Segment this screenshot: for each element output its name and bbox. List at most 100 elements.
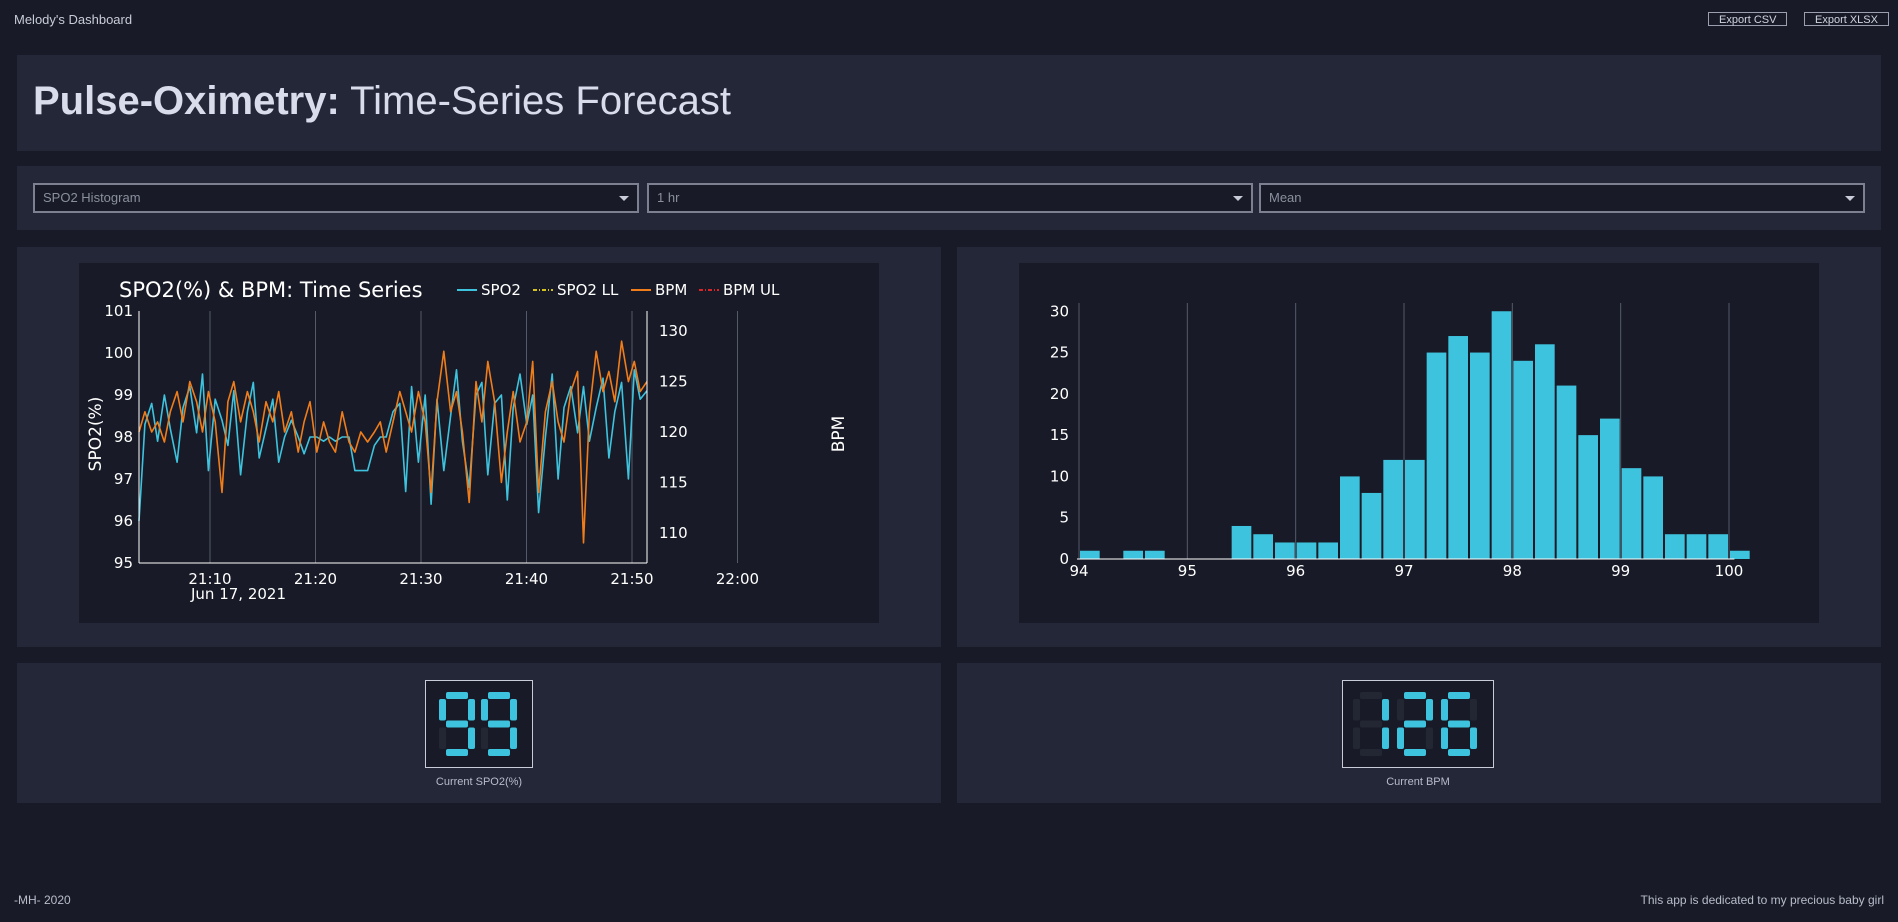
histogram-x-tick-label: 97	[1394, 562, 1413, 580]
header-panel: Pulse-Oximetry: Time-Series Forecast	[17, 55, 1881, 151]
histogram-bar	[1686, 534, 1707, 559]
histogram-x-tick-label: 95	[1178, 562, 1197, 580]
footer-credit: -MH- 2020	[14, 893, 71, 907]
histogram-bar	[1621, 468, 1642, 559]
histogram-bar	[1513, 360, 1533, 559]
histogram-x-tick-label: 100	[1715, 562, 1744, 580]
histogram-bar	[1643, 476, 1663, 559]
histogram-x-tick-label: 96	[1286, 562, 1305, 580]
timeseries-chart: 21:10 21:20 21:30 21:40 21:50 22:00 95 96 97 98 99…	[79, 263, 879, 623]
histogram-x-tick-label: 99	[1611, 562, 1630, 580]
led-segment	[468, 727, 475, 749]
histogram-bar	[1275, 542, 1295, 559]
timeseries-y-tick-label: 96	[114, 512, 133, 530]
histogram-x-tick-label: 98	[1503, 562, 1522, 580]
led-segment	[481, 727, 488, 749]
led-segment	[1382, 727, 1389, 749]
histogram-y-tick-label: 5	[1059, 509, 1069, 527]
legend-label: SPO2 LL	[557, 281, 619, 299]
timeseries-y-tick-label: 98	[114, 428, 133, 446]
histogram-bar	[1470, 352, 1490, 559]
histogram-bar	[1448, 336, 1468, 559]
histogram-bar	[1405, 459, 1425, 559]
led-segment	[439, 699, 446, 721]
histogram-bar	[1080, 550, 1100, 559]
histogram-panel: 94 95 96 97 98 99 100 0 5 10 15 20 25 30	[957, 247, 1881, 647]
led-segment	[1404, 749, 1426, 756]
bpm-gauge-panel: Current BPM	[957, 663, 1881, 803]
led-segment	[1360, 720, 1382, 728]
histogram-bar	[1578, 435, 1598, 559]
bpm-led-display	[1342, 680, 1494, 768]
led-segment	[1360, 692, 1382, 699]
led-segment	[510, 727, 517, 749]
led-segment	[481, 699, 488, 721]
histogram-bar	[1708, 534, 1728, 559]
timeseries-x-tick-label: 21:50	[610, 570, 653, 588]
timeseries-date-label: Jun 17, 2021	[190, 585, 286, 603]
led-segment	[446, 720, 468, 728]
histogram-bar	[1491, 311, 1512, 559]
histogram-bar	[1318, 542, 1338, 559]
spo2-led-digits	[439, 692, 517, 756]
top-bar: Melody's Dashboard Export CSV Export XLS…	[0, 0, 1898, 40]
time-window-select[interactable]: 1 hr	[647, 183, 1253, 213]
led-segment	[1353, 699, 1360, 721]
led-segment	[1382, 699, 1389, 721]
led-segment	[1470, 727, 1477, 749]
led-segment	[1397, 727, 1404, 749]
histogram-y-tick-label: 10	[1050, 467, 1069, 485]
page-title-rest: Time-Series Forecast	[339, 79, 731, 123]
aggregation-select[interactable]: Mean	[1259, 183, 1865, 213]
histogram-bar	[1556, 385, 1577, 559]
led-segment	[1404, 720, 1426, 728]
histogram-bar	[1253, 534, 1273, 559]
timeseries-y-axis-label: SPO2(%)	[86, 397, 106, 472]
led-segment	[1353, 727, 1360, 749]
legend-label: SPO2	[481, 281, 521, 299]
histogram-bar	[1426, 352, 1447, 559]
led-segment	[1448, 749, 1470, 756]
page-title: Pulse-Oximetry: Time-Series Forecast	[33, 79, 731, 124]
chevron-down-icon	[1845, 196, 1855, 201]
chart-type-select[interactable]: SPO2 Histogram	[33, 183, 639, 213]
histogram-y-tick-label: 25	[1050, 344, 1069, 362]
timeseries-y2-tick-label: 120	[659, 423, 688, 441]
led-segment	[439, 727, 446, 749]
timeseries-y2-tick-label: 125	[659, 373, 688, 391]
histogram-bar	[1535, 344, 1555, 559]
led-segment	[1426, 699, 1433, 721]
histogram-y-tick-label: 0	[1059, 550, 1069, 568]
chart-type-select-value: SPO2 Histogram	[43, 190, 141, 205]
led-segment	[1404, 692, 1426, 699]
histogram-bar	[1231, 525, 1252, 559]
chevron-down-icon	[1233, 196, 1243, 201]
timeseries-title: SPO2(%) & BPM: Time Series	[119, 278, 423, 302]
bpm-gauge-label: Current BPM	[1386, 776, 1450, 788]
histogram-bar	[1730, 550, 1750, 559]
controls-panel: SPO2 Histogram 1 hr Mean	[17, 166, 1881, 230]
led-segment	[1426, 727, 1433, 749]
led-segment	[1397, 699, 1404, 721]
led-segment	[1441, 699, 1448, 721]
bpm-series-line	[138, 340, 648, 544]
timeseries-x-tick-label: 21:40	[505, 570, 548, 588]
led-segment	[488, 692, 510, 699]
footer-dedication: This app is dedicated to my precious bab…	[1640, 893, 1884, 907]
led-segment	[1441, 727, 1448, 749]
histogram-bar	[1340, 476, 1360, 559]
export-csv-button[interactable]: Export CSV	[1708, 12, 1788, 26]
chevron-down-icon	[619, 196, 629, 201]
led-segment	[1448, 720, 1470, 728]
spo2-led-display	[425, 680, 533, 768]
spo2-gauge-label: Current SPO2(%)	[435, 776, 523, 788]
led-segment	[488, 749, 510, 756]
histogram-bar	[1123, 550, 1143, 559]
led-segment	[510, 699, 517, 721]
timeseries-y2-tick-label: 110	[659, 524, 688, 542]
bpm-led-digits	[1353, 692, 1477, 756]
timeseries-panel: 21:10 21:20 21:30 21:40 21:50 22:00 95 96 97 98 99…	[17, 247, 941, 647]
timeseries-y2-axis-label: BPM	[829, 416, 849, 453]
export-xlsx-button[interactable]: Export XLSX	[1804, 12, 1889, 26]
histogram-bar	[1145, 550, 1165, 559]
